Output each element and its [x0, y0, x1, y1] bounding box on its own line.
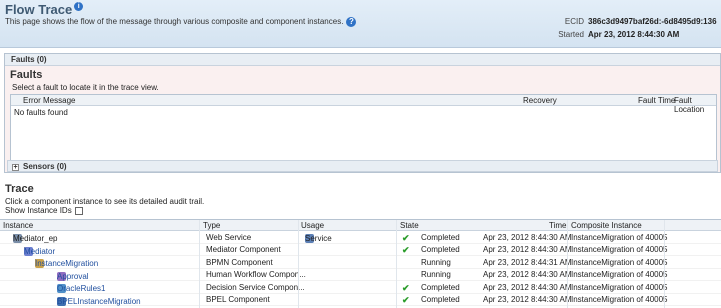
faults-panel: Faults (0) Faults Select a fault to loca… [4, 53, 721, 173]
completed-check-icon: ✔ [402, 295, 410, 305]
trace-row[interactable]: Approval Human Workflow Compon... Runnin… [0, 269, 721, 281]
instance-time: Apr 23, 2012 8:44:30 AM [483, 295, 572, 304]
flow-meta: ECID 386c3d9497baf26d:-6d8495d9:136 Start… [540, 17, 717, 43]
completed-check-icon: ✔ [402, 232, 410, 243]
show-ids-label: Show Instance IDs [5, 206, 72, 215]
instance-type: Mediator Component [206, 245, 281, 254]
show-ids-checkbox[interactable] [74, 206, 83, 215]
page-header: Flow Trace i This page shows the flow of … [0, 0, 721, 48]
col-type[interactable]: Type [203, 221, 220, 230]
col-error-message[interactable]: Error Message [23, 96, 75, 105]
faults-table: Error Message Recovery Fault Time Fault … [10, 94, 717, 166]
col-fault-time[interactable]: Fault Time [638, 96, 675, 105]
column-divider [664, 220, 665, 308]
col-time[interactable]: Time [549, 221, 566, 230]
col-usage[interactable]: Usage [301, 221, 324, 230]
instance-type: Human Workflow Compon... [206, 270, 306, 279]
instance-type: BPMN Component [206, 257, 273, 267]
page-title: Flow Trace i [5, 2, 84, 17]
started-value: Apr 23, 2012 8:44:30 AM [588, 30, 680, 39]
faults-title: Faults [10, 69, 43, 81]
instance-name: Mediator_ep [13, 234, 58, 243]
sensors-label: Sensors (0) [23, 162, 67, 171]
instance-type: Decision Service Compon... [206, 282, 305, 292]
instance-name[interactable]: OracleRules1 [57, 284, 105, 293]
instance-type: Web Service [206, 232, 252, 242]
instance-time: Apr 23, 2012 8:44:31 AM [483, 257, 572, 267]
trace-row[interactable]: − Mediator_ep Web Service Service ✔ Comp… [0, 231, 721, 244]
instance-type: BPEL Component [206, 295, 270, 304]
instance-state: Running [421, 257, 451, 267]
composite-instance: InstanceMigration of 40005 [571, 257, 668, 267]
instance-state: Completed [421, 245, 460, 254]
page-description-text: This page shows the flow of the message … [5, 17, 344, 26]
instance-name[interactable]: Approval [57, 272, 89, 281]
trace-table-header: Instance Type Usage State Time Composite… [0, 220, 721, 231]
composite-instance: InstanceMigration of 40005 [571, 245, 668, 254]
instance-state: Completed [421, 295, 460, 304]
composite-instance: InstanceMigration of 40005 [571, 282, 668, 292]
completed-check-icon: ✔ [402, 245, 410, 255]
composite-instance: InstanceMigration of 40005 [571, 270, 668, 279]
trace-row[interactable]: BPELInstanceMigration BPEL Component ✔ C… [0, 294, 721, 306]
col-composite-instance[interactable]: Composite Instance [571, 221, 642, 230]
page-title-text: Flow Trace [5, 2, 73, 17]
instance-name[interactable]: BPELInstanceMigration [57, 297, 141, 306]
trace-row[interactable]: OracleRules1 Decision Service Compon... … [0, 281, 721, 294]
started-label: Started [558, 30, 584, 39]
completed-check-icon: ✔ [402, 282, 410, 293]
faults-panel-header[interactable]: Faults (0) [5, 54, 720, 66]
column-divider [298, 220, 299, 308]
help-icon[interactable]: ? [346, 17, 357, 27]
faults-hint: Select a fault to locate it in the trace… [12, 83, 159, 92]
col-recovery[interactable]: Recovery [523, 96, 557, 105]
expand-icon[interactable]: + [12, 164, 19, 171]
col-instance[interactable]: Instance [3, 221, 33, 230]
instance-name[interactable]: Mediator [24, 247, 55, 256]
faults-table-header: Error Message Recovery Fault Time Fault … [11, 95, 716, 114]
trace-table: Instance Type Usage State Time Composite… [0, 219, 721, 308]
col-fault-location[interactable]: Fault Location [674, 96, 716, 114]
ecid-label: ECID [564, 17, 584, 26]
trace-row[interactable]: − Mediator Mediator Component ✔ Complete… [0, 244, 721, 256]
composite-instance: InstanceMigration of 40005 [571, 295, 668, 304]
instance-time: Apr 23, 2012 8:44:30 AM [483, 232, 572, 242]
composite-instance: InstanceMigration of 40005 [571, 232, 668, 242]
instance-state: Completed [421, 232, 460, 242]
page-description: This page shows the flow of the message … [5, 17, 357, 27]
ecid-value: 386c3d9497baf26d:-6d8495d9:136 [588, 17, 717, 26]
info-icon[interactable]: i [74, 2, 84, 11]
col-state[interactable]: State [400, 221, 419, 230]
instance-time: Apr 23, 2012 8:44:30 AM [483, 245, 572, 254]
trace-title: Trace [5, 183, 34, 195]
instance-name[interactable]: InstanceMigration [35, 259, 98, 268]
column-divider [199, 220, 200, 308]
instance-state: Running [421, 270, 451, 279]
faults-empty-text: No faults found [14, 108, 68, 117]
instance-time: Apr 23, 2012 8:44:30 AM [483, 270, 572, 279]
show-ids-toggle: Show Instance IDs [5, 206, 83, 215]
instance-time: Apr 23, 2012 8:44:30 AM [483, 282, 572, 292]
trace-row[interactable]: − InstanceMigration BPMN Component Runni… [0, 256, 721, 269]
instance-state: Completed [421, 282, 460, 292]
sensors-panel-header[interactable]: + Sensors (0) [7, 160, 718, 172]
column-divider [396, 220, 397, 308]
instance-usage: Service [305, 234, 332, 243]
column-divider [567, 220, 568, 308]
trace-hint: Click a component instance to see its de… [5, 197, 205, 206]
